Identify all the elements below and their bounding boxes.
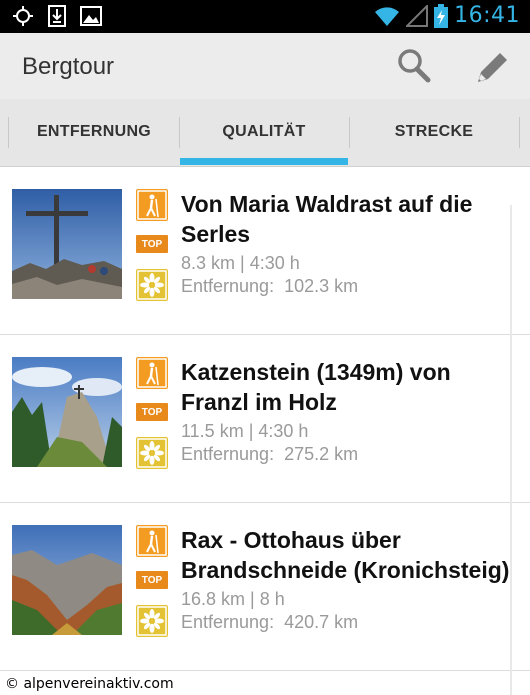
status-left-icons bbox=[12, 5, 102, 27]
tour-list-item[interactable]: TOP Rax - Ottohaus über Brandschneide (K… bbox=[0, 503, 530, 671]
tab-qualitaet[interactable]: QUALITÄT bbox=[180, 99, 348, 165]
edit-button[interactable] bbox=[468, 46, 512, 86]
tour-thumbnail bbox=[12, 189, 122, 299]
image-icon bbox=[80, 6, 102, 26]
copyright-notice: © alpenvereinaktiv.com bbox=[3, 676, 176, 692]
tab-strecke[interactable]: STRECKE bbox=[350, 99, 518, 165]
hiking-icon bbox=[136, 525, 168, 557]
tour-title: Rax - Ottohaus über Brandschneide (Kroni… bbox=[181, 527, 510, 583]
tour-title: Von Maria Waldrast auf die Serles bbox=[181, 191, 473, 247]
tab-divider bbox=[8, 117, 9, 148]
action-bar: Bergtour bbox=[0, 33, 530, 99]
edelweiss-icon bbox=[136, 269, 168, 301]
tour-thumbnail bbox=[12, 357, 122, 467]
status-time: 16:41 bbox=[454, 3, 520, 28]
battery-charging-icon bbox=[434, 3, 449, 28]
tour-distance: Entfernung: 420.7 km bbox=[181, 612, 359, 632]
list-scrollbar[interactable] bbox=[510, 205, 512, 695]
top-badge: TOP bbox=[136, 571, 168, 589]
tour-stats: 16.8 km | 8 h bbox=[181, 589, 285, 609]
tour-stats: 11.5 km | 4:30 h bbox=[181, 421, 309, 441]
search-icon bbox=[398, 49, 431, 83]
hiking-icon bbox=[136, 357, 168, 389]
app-title: Bergtour bbox=[22, 53, 115, 80]
status-right-icons: 16:41 bbox=[374, 3, 520, 28]
tour-list-item[interactable]: TOP Katzenstein (1349m) von Franzl im Ho… bbox=[0, 335, 530, 503]
top-badge: TOP bbox=[136, 403, 168, 421]
tour-list: TOP Von Maria Waldrast auf die Serles 8.… bbox=[0, 167, 530, 671]
edelweiss-icon bbox=[136, 605, 168, 637]
gps-icon bbox=[13, 6, 33, 26]
top-badge: TOP bbox=[136, 235, 168, 253]
tab-selected-indicator bbox=[180, 158, 348, 165]
wifi-icon bbox=[375, 6, 400, 26]
status-bar: 16:41 bbox=[0, 0, 530, 33]
tour-distance: Entfernung: 275.2 km bbox=[181, 444, 359, 464]
download-icon bbox=[48, 5, 66, 27]
signal-icon bbox=[406, 4, 429, 27]
tab-entfernung[interactable]: ENTFERNUNG bbox=[10, 99, 178, 165]
search-button[interactable] bbox=[393, 46, 437, 86]
edit-pencil-icon bbox=[478, 53, 507, 82]
tour-title: Katzenstein (1349m) von Franzl im Holz bbox=[181, 359, 451, 415]
tour-distance: Entfernung: 102.3 km bbox=[181, 276, 359, 296]
tour-thumbnail bbox=[12, 525, 122, 635]
tour-stats: 8.3 km | 4:30 h bbox=[181, 253, 300, 273]
tab-divider bbox=[519, 117, 520, 148]
tour-list-item[interactable]: TOP Von Maria Waldrast auf die Serles 8.… bbox=[0, 167, 530, 335]
hiking-icon bbox=[136, 189, 168, 221]
edelweiss-icon bbox=[136, 437, 168, 469]
tab-bar: ENTFERNUNG QUALITÄT STRECKE bbox=[0, 99, 530, 167]
